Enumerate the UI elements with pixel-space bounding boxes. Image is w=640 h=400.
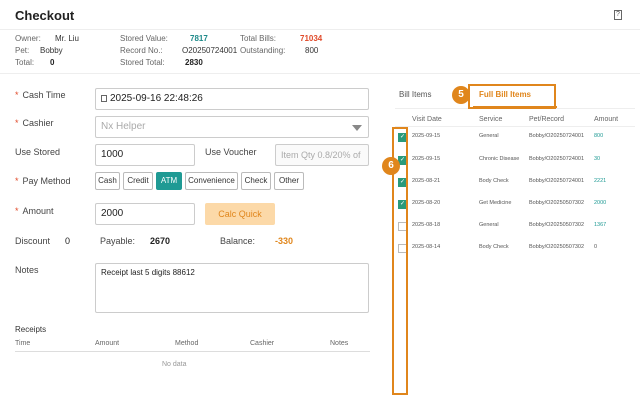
header-divider xyxy=(0,73,640,74)
pet-value: Bobby xyxy=(40,46,63,55)
bill-header-visit-date: Visit Date xyxy=(412,116,442,123)
row-amount: 2000 xyxy=(594,200,607,206)
row-date: 2025-08-14 xyxy=(412,244,441,250)
row-date: 2025-08-20 xyxy=(412,200,441,206)
row-record: Bobby/O20250507302 xyxy=(529,200,585,206)
bill-header-pet-record: Pet/Record xyxy=(529,116,565,123)
chevron-down-icon xyxy=(352,125,362,131)
record-no-value: O20250724001 xyxy=(182,46,238,55)
balance-label: Balance: xyxy=(220,236,256,246)
stored-value-value: 7817 xyxy=(190,34,208,43)
calc-quick-button[interactable]: Calc Quick xyxy=(205,203,275,225)
page-title: Checkout xyxy=(15,8,75,23)
step-badge-5: 5 xyxy=(452,86,470,104)
bill-header-divider xyxy=(395,126,635,127)
row-amount: 0 xyxy=(594,244,598,250)
amount-label: * Amount xyxy=(15,206,54,216)
row-amount: 2221 xyxy=(594,178,607,184)
calendar-icon xyxy=(101,94,107,102)
row-amount: 1367 xyxy=(594,222,607,228)
row-record: Bobby/O20250507302 xyxy=(529,244,585,250)
row-date: 2025-09-15 xyxy=(412,133,441,139)
row-service: General xyxy=(479,222,499,228)
payable-label: Payable: xyxy=(100,236,136,246)
outstanding-label: Outstanding: xyxy=(240,46,286,55)
receipts-header-notes: Notes xyxy=(330,340,349,347)
row-service: Body Check xyxy=(479,178,509,184)
receipts-header-amount: Amount xyxy=(95,340,120,347)
notes-label: Notes xyxy=(15,265,39,275)
receipts-header-time: Time xyxy=(15,340,31,347)
use-voucher-label: Use Voucher xyxy=(205,147,257,157)
row-record: Bobby/O20250724001 xyxy=(529,156,585,162)
help-icon[interactable]: ? xyxy=(614,10,622,20)
row-record: Bobby/O20250724001 xyxy=(529,178,585,184)
bill-header-amount: Amount xyxy=(594,116,619,123)
owner-value: Mr. Liu xyxy=(55,34,80,43)
receipts-title: Receipts xyxy=(15,325,47,334)
total-bills-value: 71034 xyxy=(300,34,323,43)
pay-method-check[interactable]: Check xyxy=(241,172,271,190)
total-bills-label: Total Bills: xyxy=(240,34,277,43)
total-label: Total: xyxy=(15,58,35,67)
balance-value: -330 xyxy=(275,236,294,246)
row-record: Bobby/O20250724001 xyxy=(529,133,585,139)
row-service: Body Check xyxy=(479,244,509,250)
cashier-label: * Cashier xyxy=(15,118,54,128)
payable-value: 2670 xyxy=(150,236,171,246)
bill-header-service: Service xyxy=(479,116,503,123)
row-service: Get Medicine xyxy=(479,200,512,206)
total-value: 0 xyxy=(50,58,55,67)
discount-value: 0 xyxy=(65,236,71,246)
tab-bill-items[interactable]: Bill Items xyxy=(399,90,431,99)
row-date: 2025-08-21 xyxy=(412,178,441,184)
record-no-label: Record No.: xyxy=(120,46,163,55)
row-amount: 800 xyxy=(594,133,604,139)
stored-total-value: 2830 xyxy=(185,58,203,67)
row-service: Chronic Disease xyxy=(479,156,520,162)
notes-textarea[interactable]: Receipt last 5 digits 88612 xyxy=(95,263,369,313)
receipts-empty-text: No data xyxy=(162,361,187,368)
receipts-header-cashier: Cashier xyxy=(250,340,275,347)
use-stored-input[interactable]: 1000 xyxy=(95,144,195,166)
pay-method-credit[interactable]: Credit xyxy=(123,172,153,190)
cashier-select[interactable]: Nx Helper xyxy=(95,116,369,138)
row-record: Bobby/O20250507302 xyxy=(529,222,585,228)
row-date: 2025-09-15 xyxy=(412,156,441,162)
use-stored-label: Use Stored xyxy=(15,147,61,157)
owner-label: Owner: xyxy=(15,34,41,43)
row-service: General xyxy=(479,133,499,139)
pet-label: Pet: xyxy=(15,46,30,55)
amount-input[interactable]: 2000 xyxy=(95,203,195,225)
stored-total-label: Stored Total: xyxy=(120,58,165,67)
stored-value-label: Stored Value: xyxy=(120,34,168,43)
receipts-header-method: Method xyxy=(175,340,199,347)
step-badge-6: 6 xyxy=(382,157,400,175)
receipts-header-divider xyxy=(15,351,370,352)
pay-method-convenience[interactable]: Convenience xyxy=(185,172,238,190)
pay-method-cash[interactable]: Cash xyxy=(95,172,120,190)
pay-method-atm[interactable]: ATM xyxy=(156,172,182,190)
page-header: Checkout ? xyxy=(0,0,640,30)
row-date: 2025-08-18 xyxy=(412,222,441,228)
use-voucher-select[interactable]: Item Qty 0.8/20% of xyxy=(275,144,369,166)
discount-label: Discount xyxy=(15,236,51,246)
tab-highlight-box xyxy=(468,84,556,109)
cash-time-label: * Cash Time xyxy=(15,90,66,100)
pay-method-label: * Pay Method xyxy=(15,176,71,186)
pay-method-other[interactable]: Other xyxy=(274,172,304,190)
cash-time-input[interactable]: 2025-09-16 22:48:26 xyxy=(95,88,369,110)
row-amount: 30 xyxy=(594,156,601,162)
outstanding-value: 800 xyxy=(305,46,319,55)
